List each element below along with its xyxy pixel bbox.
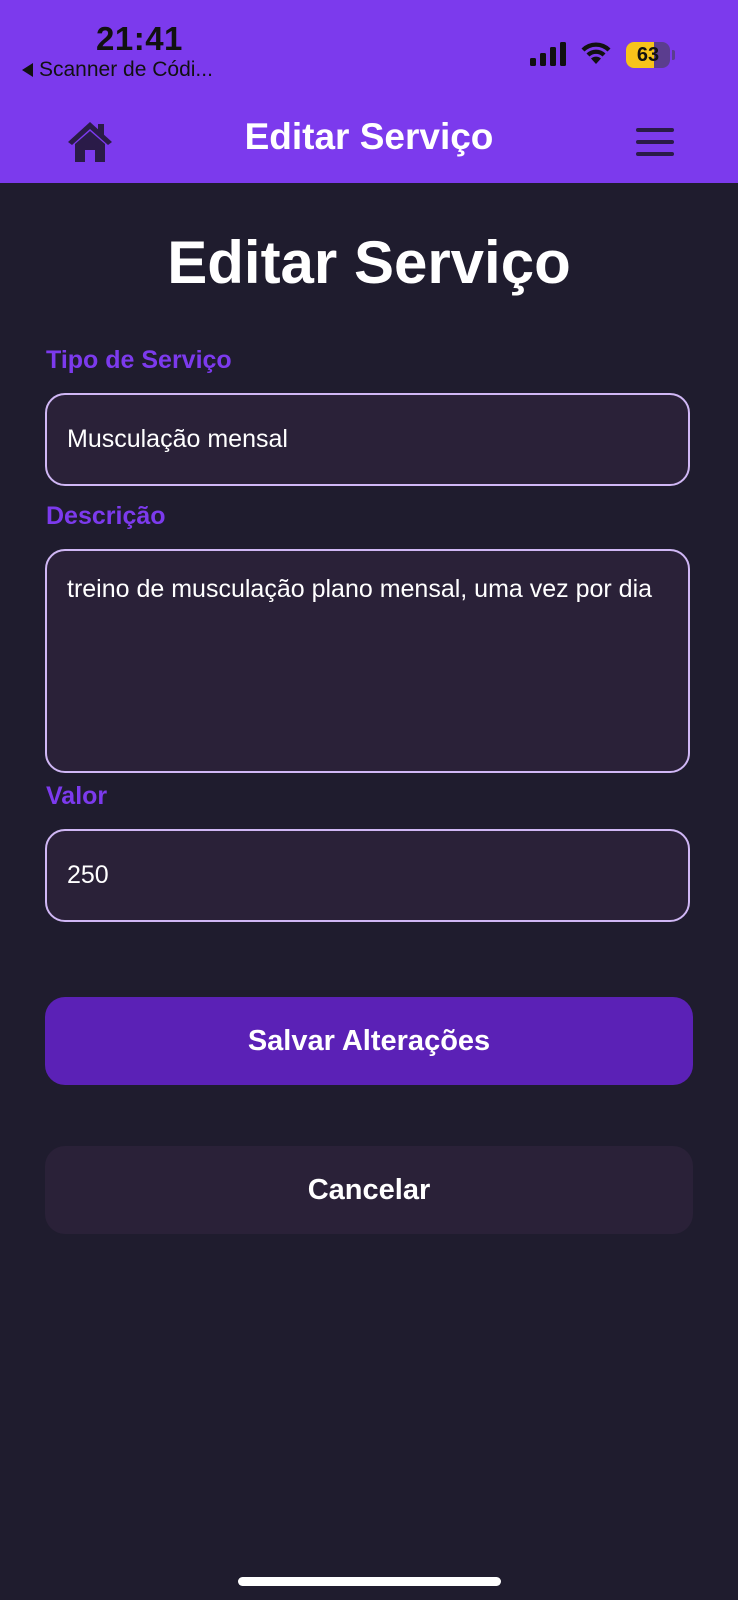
top-bar: 21:41 Scanner de Códi... 63 Editar Servi… — [0, 0, 738, 183]
back-arrow-icon — [22, 63, 33, 77]
back-to-app-link[interactable]: Scanner de Códi... — [22, 58, 213, 82]
tipo-servico-input[interactable]: Musculação mensal — [45, 393, 690, 486]
battery-indicator: 63 — [626, 42, 675, 68]
valor-input[interactable]: 250 — [45, 829, 690, 922]
descricao-label: Descrição — [46, 502, 166, 530]
edit-service-screen: 21:41 Scanner de Códi... 63 Editar Servi… — [0, 0, 738, 1600]
wifi-icon — [581, 42, 611, 64]
hamburger-menu-icon[interactable] — [636, 126, 674, 158]
menu-line — [636, 140, 674, 144]
page-title: Editar Serviço — [167, 229, 571, 296]
back-app-label: Scanner de Códi... — [39, 58, 213, 81]
cancel-button[interactable]: Cancelar — [45, 1146, 693, 1234]
tipo-servico-label: Tipo de Serviço — [46, 346, 232, 374]
header-title: Editar Serviço — [244, 116, 494, 157]
menu-line — [636, 152, 674, 156]
save-changes-button[interactable]: Salvar Alterações — [45, 997, 693, 1085]
status-time: 21:41 — [96, 20, 183, 57]
cellular-signal-icon — [530, 42, 566, 66]
menu-line — [636, 128, 674, 132]
battery-body: 63 — [626, 42, 670, 68]
descricao-textarea[interactable]: treino de musculação plano mensal, uma v… — [45, 549, 690, 773]
battery-level: 63 — [636, 44, 660, 66]
home-indicator[interactable] — [238, 1577, 501, 1586]
battery-cap — [672, 50, 675, 60]
valor-label: Valor — [46, 782, 108, 810]
